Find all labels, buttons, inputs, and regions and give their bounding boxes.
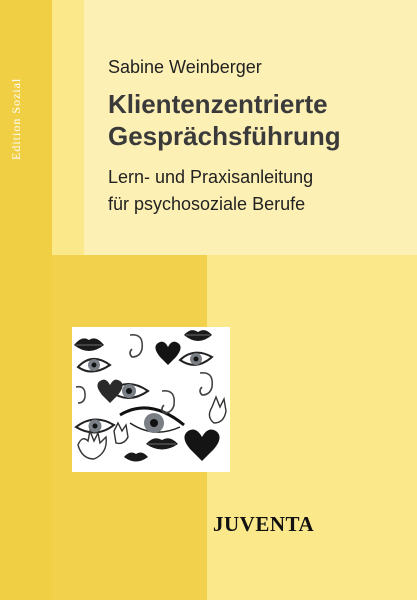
eye-icon xyxy=(76,358,112,373)
book-subtitle-line-1: Lern- und Praxisanleitung xyxy=(108,167,314,187)
lips-icon xyxy=(184,330,212,341)
book-cover: Edition Sozial Sabine Weinberger Kliente… xyxy=(0,0,417,600)
edition-label: Edition Sozial xyxy=(9,77,23,160)
edition-strip xyxy=(0,0,52,600)
hand-icon xyxy=(113,421,129,445)
eye-icon xyxy=(119,406,185,433)
ear-icon xyxy=(129,333,144,358)
book-title-line-2: Gesprächsführung xyxy=(108,121,341,151)
author-name: Sabine Weinberger xyxy=(108,57,262,77)
lips-icon xyxy=(74,338,104,351)
book-subtitle: Lern- und Praxisanleitung für psychosozi… xyxy=(108,164,313,218)
heart-icon xyxy=(155,341,181,365)
eye-icon xyxy=(178,351,214,366)
ear-icon xyxy=(161,389,176,414)
cover-illustration xyxy=(72,327,230,472)
heart-icon xyxy=(97,379,123,403)
publisher-logo: JUVENTA xyxy=(213,512,315,536)
book-title-line-1: Klientenzentrierte xyxy=(108,89,328,119)
lips-icon xyxy=(146,438,178,450)
hand-icon xyxy=(208,395,227,424)
ear-icon xyxy=(199,371,214,396)
hand-icon xyxy=(77,428,107,460)
heart-icon xyxy=(184,429,220,461)
book-subtitle-line-2: für psychosoziale Berufe xyxy=(108,194,306,214)
book-title: Klientenzentrierte Gesprächsführung xyxy=(108,88,341,152)
lips-icon xyxy=(124,452,148,462)
eye-icon xyxy=(74,418,116,434)
ear-icon xyxy=(75,385,86,404)
